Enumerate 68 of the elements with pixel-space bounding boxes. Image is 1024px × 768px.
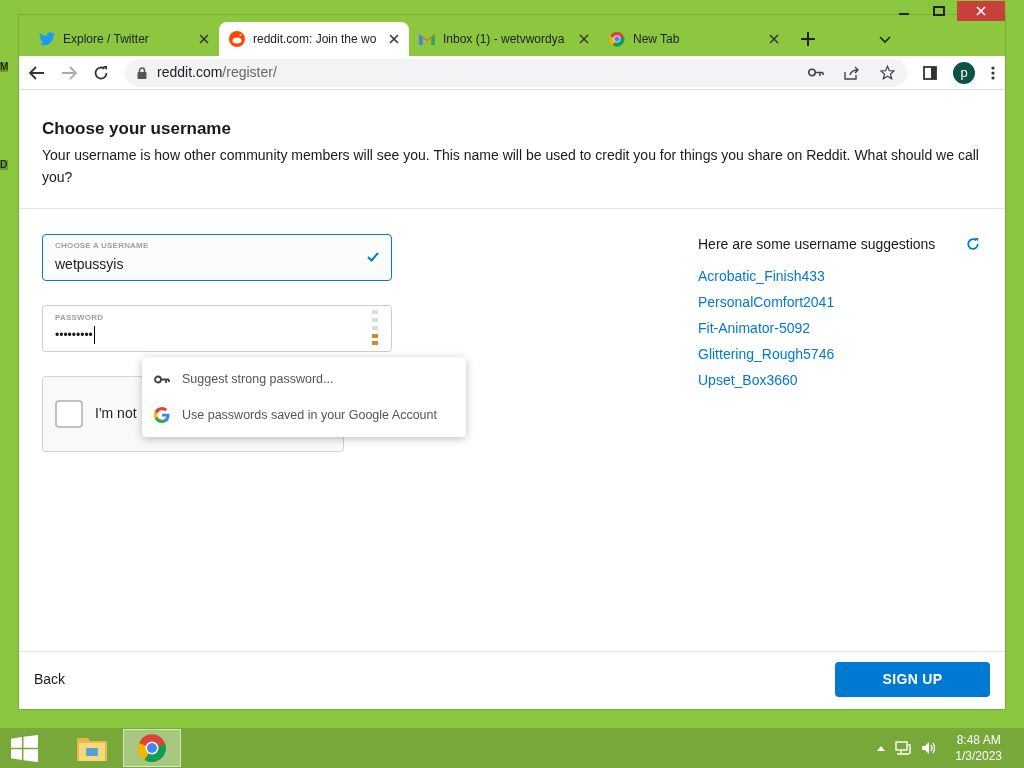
password-field[interactable]: PASSWORD •••••••••	[42, 304, 392, 352]
chevron-up-icon[interactable]	[877, 745, 886, 751]
bird-icon	[39, 32, 55, 46]
clock-time: 8:48 AM	[956, 732, 1001, 748]
envelope-icon	[419, 33, 435, 45]
browser-logo-icon	[137, 733, 167, 763]
refresh-icon[interactable]	[966, 237, 980, 251]
username-suggestion[interactable]: Acrobatic_Finish433	[698, 266, 825, 285]
chevron-down-icon[interactable]	[879, 36, 891, 44]
clock-date: 1/3/2023	[955, 748, 1002, 764]
maximize-icon[interactable]	[933, 6, 945, 16]
tab-title: Explore / Twitter	[63, 31, 150, 48]
username-field[interactable]: CHOOSE A USERNAME wetpussyis	[42, 233, 392, 281]
desktop-icon-label: D	[0, 160, 8, 170]
close-icon[interactable]	[579, 34, 589, 44]
close-icon	[976, 6, 986, 16]
close-icon[interactable]	[199, 34, 209, 44]
recaptcha-checkbox[interactable]	[55, 399, 83, 428]
autofill-menu-item[interactable]: Suggest strong password...	[142, 361, 466, 397]
profile-avatar[interactable]: p	[953, 61, 975, 84]
tab-title: New Tab	[633, 31, 681, 48]
password-manager-icon	[371, 308, 379, 348]
browser-tab[interactable]: New Tab	[599, 22, 789, 56]
back-link[interactable]: Back	[34, 669, 66, 690]
browser-logo-icon	[609, 31, 625, 47]
username-suggestion[interactable]: Fit-Animator-5092	[698, 318, 811, 337]
lock-icon	[137, 66, 147, 79]
reload-icon[interactable]	[93, 64, 109, 81]
field-value: •••••••••	[55, 326, 95, 344]
field-label: PASSWORD	[55, 312, 105, 324]
page-title: Choose your username	[42, 118, 232, 140]
alien-icon	[229, 31, 245, 47]
page-description: Your username is how other community members will see you. This name will be used to credit you for things you share on Reddit. What should we call you?	[42, 145, 980, 187]
suggestions-heading: Here are some username suggestions	[698, 234, 936, 254]
new-tab-icon[interactable]	[801, 32, 815, 46]
star-icon[interactable]	[880, 65, 895, 80]
windows-logo-icon[interactable]	[11, 734, 38, 762]
tab-title: Inbox (1) - wetvwordya	[443, 31, 566, 48]
menu-item-label: Use passwords saved in your Google Account	[182, 406, 437, 424]
google-g-icon	[154, 407, 170, 423]
side-panel-icon[interactable]	[923, 65, 937, 80]
network-icon[interactable]	[895, 740, 912, 756]
autofill-menu-item[interactable]: Use passwords saved in your Google Account	[142, 397, 466, 433]
url-text: reddit.com/register/	[157, 63, 278, 82]
username-suggestion[interactable]: Glittering_Rough5746	[698, 344, 835, 363]
field-value: wetpussyis	[55, 254, 125, 274]
tab-title: reddit.com: Join the wo	[253, 31, 378, 48]
browser-tab[interactable]: reddit.com: Join the wo	[219, 22, 409, 56]
field-label: CHOOSE A USERNAME	[55, 239, 150, 252]
taskbar-app[interactable]	[123, 729, 181, 767]
menu-item-label: Suggest strong password...	[182, 370, 334, 388]
sign-up-button[interactable]: SIGN UP	[835, 662, 990, 697]
key-icon	[154, 374, 170, 384]
username-suggestion[interactable]: PersonalComfort2041	[698, 292, 835, 311]
address-bar[interactable]: reddit.com/register/	[125, 58, 907, 87]
username-suggestion[interactable]: Upset_Box3660	[698, 370, 798, 389]
close-icon[interactable]	[769, 34, 779, 44]
close-window-button[interactable]	[957, 1, 1005, 21]
back-arrow-icon[interactable]	[29, 65, 45, 80]
desktop-icon-label: M	[0, 62, 8, 72]
speaker-icon[interactable]	[921, 741, 938, 755]
close-icon[interactable]	[389, 34, 399, 44]
share-icon[interactable]	[844, 65, 860, 80]
browser-tab[interactable]: Explore / Twitter	[29, 22, 219, 56]
recaptcha-label: I'm not	[95, 404, 137, 423]
menu-icon[interactable]	[991, 65, 995, 80]
key-icon[interactable]	[808, 68, 824, 77]
browser-tab[interactable]: Inbox (1) - wetvwordya	[409, 22, 599, 56]
